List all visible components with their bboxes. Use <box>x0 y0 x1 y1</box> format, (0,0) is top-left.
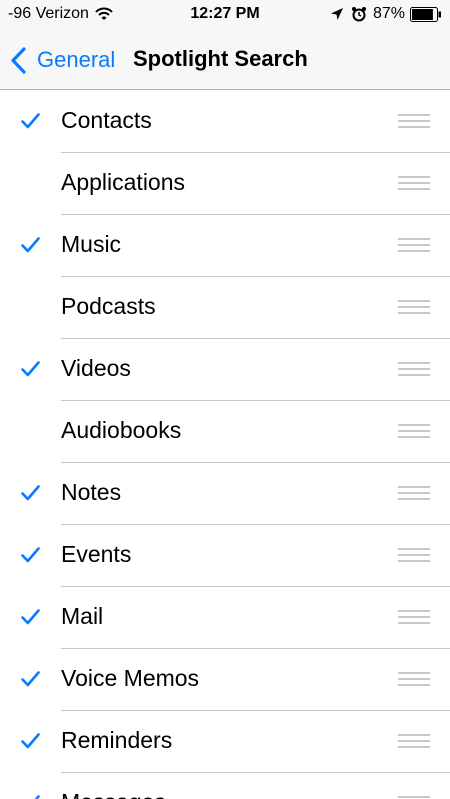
chevron-left-icon <box>10 46 27 74</box>
list-item[interactable]: Podcasts <box>0 277 450 339</box>
location-arrow-icon <box>330 7 344 21</box>
status-right: 87% <box>330 5 442 23</box>
checkmark-icon <box>21 609 40 625</box>
checkmark-icon <box>21 485 40 501</box>
reorder-handle-icon[interactable] <box>398 486 430 500</box>
list-item-label: Messages <box>61 789 166 799</box>
carrier-label: -96 Verizon <box>8 5 89 22</box>
status-bar: -96 Verizon 12:27 PM 87% <box>0 0 450 30</box>
navigation-bar: General Spotlight Search <box>0 30 450 90</box>
checkmark-icon <box>21 113 40 129</box>
status-left: -96 Verizon <box>8 5 113 23</box>
list-item[interactable]: Voice Memos <box>0 649 450 711</box>
list-item-label: Mail <box>61 603 104 629</box>
reorder-handle-icon[interactable] <box>398 114 430 128</box>
list-item-label: Events <box>61 541 132 567</box>
list-item[interactable]: Mail <box>0 587 450 649</box>
settings-screen: -96 Verizon 12:27 PM 87% General Spotlig… <box>0 0 450 799</box>
list-item-label: Podcasts <box>61 293 156 319</box>
list-item-label: Videos <box>61 355 131 381</box>
checkmark-icon <box>21 361 40 377</box>
list-item-label: Voice Memos <box>61 665 200 691</box>
reorder-handle-icon[interactable] <box>398 610 430 624</box>
list-item[interactable]: Videos <box>0 339 450 401</box>
list-item[interactable]: Messages <box>0 773 450 799</box>
list-item[interactable]: Reminders <box>0 711 450 773</box>
list-item[interactable]: Music <box>0 215 450 277</box>
reorder-handle-icon[interactable] <box>398 300 430 314</box>
spotlight-category-list: Contacts Applications Music Podcasts Videos A… <box>0 91 450 799</box>
list-item[interactable]: Audiobooks <box>0 401 450 463</box>
list-item[interactable]: Applications <box>0 153 450 215</box>
reorder-handle-icon[interactable] <box>398 424 430 438</box>
checkmark-icon <box>21 547 40 563</box>
checkmark-icon <box>21 795 40 799</box>
reorder-handle-icon[interactable] <box>398 362 430 376</box>
back-label: General <box>37 47 116 72</box>
reorder-handle-icon[interactable] <box>398 672 430 686</box>
list-item-label: Applications <box>61 169 186 195</box>
wifi-icon <box>95 7 113 21</box>
battery-percent: 87% <box>372 5 405 22</box>
list-item-label: Audiobooks <box>61 417 182 443</box>
reorder-handle-icon[interactable] <box>398 176 430 190</box>
back-button[interactable]: General <box>10 42 115 78</box>
list-item-label: Reminders <box>61 727 173 753</box>
list-item-label: Notes <box>61 479 122 505</box>
list-item[interactable]: Notes <box>0 463 450 525</box>
reorder-handle-icon[interactable] <box>398 238 430 252</box>
alarm-clock-icon <box>351 6 367 22</box>
checkmark-icon <box>21 237 40 253</box>
checkmark-icon <box>21 733 40 749</box>
reorder-handle-icon[interactable] <box>398 548 430 562</box>
reorder-handle-icon[interactable] <box>398 734 430 748</box>
list-item[interactable]: Contacts <box>0 91 450 153</box>
list-item-label: Music <box>61 231 122 257</box>
battery-icon <box>410 6 442 22</box>
list-item-label: Contacts <box>61 107 152 133</box>
checkmark-icon <box>21 671 40 687</box>
page-title: Spotlight Search <box>133 46 308 71</box>
list-item[interactable]: Events <box>0 525 450 587</box>
